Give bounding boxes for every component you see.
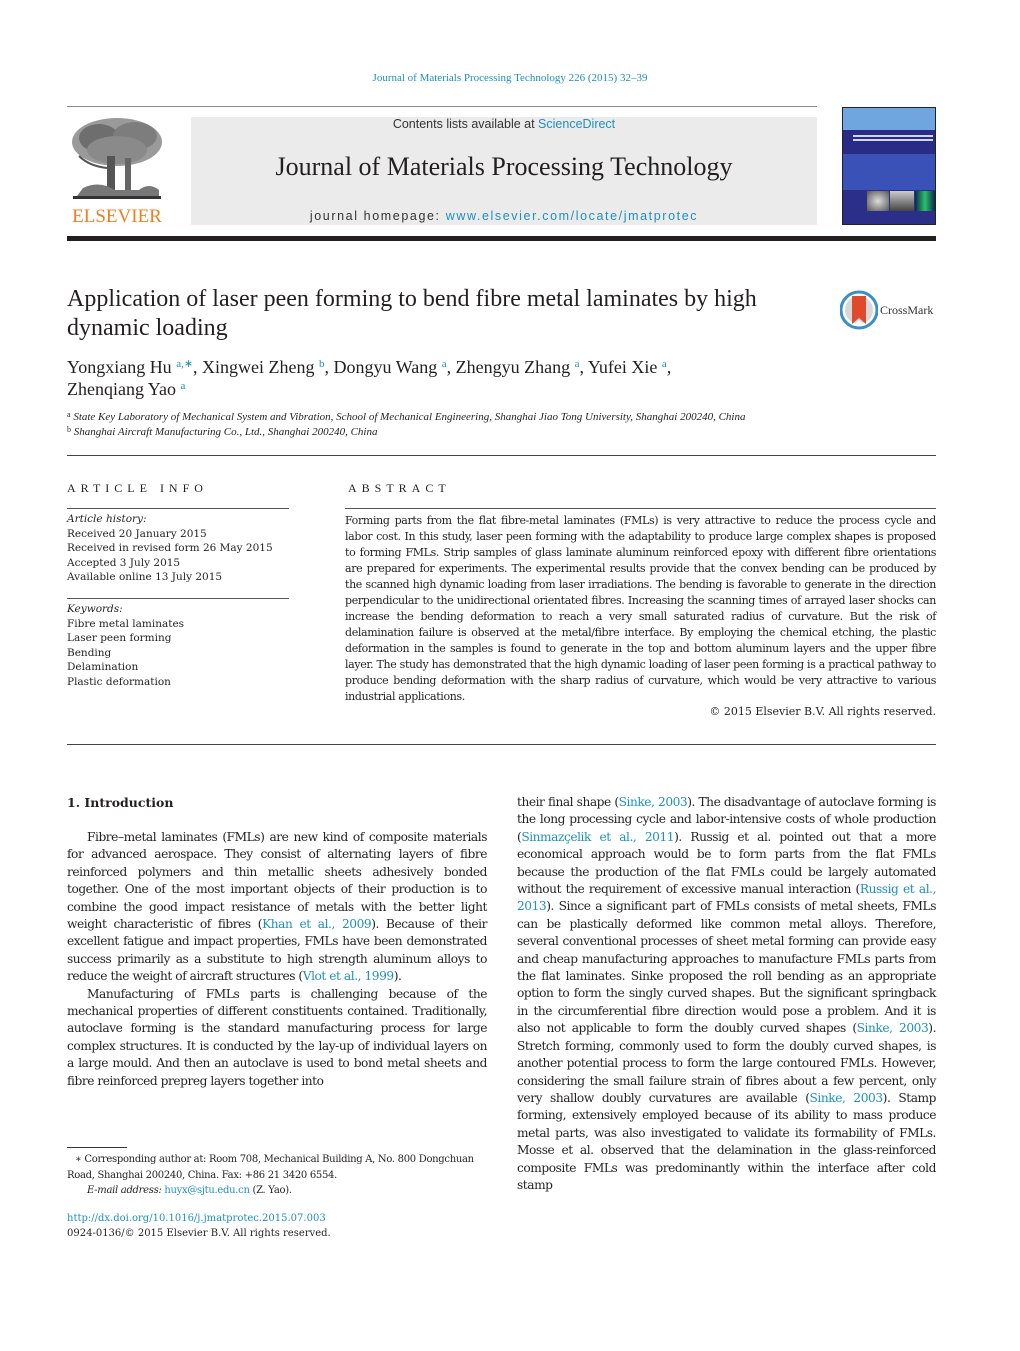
homepage-prefix: journal homepage: (309, 209, 446, 223)
issn-line: 0924-0136/© 2015 Elsevier B.V. All right… (67, 1227, 331, 1239)
author-list: Yongxiang Hu a,∗, Xingwei Zheng b, Dongy… (67, 356, 827, 400)
email-suffix: (Z. Yao). (249, 1185, 292, 1196)
affiliation-mark: b (67, 425, 71, 434)
abstract-heading: ABSTRACT (348, 481, 451, 495)
affiliation-item: a State Key Laboratory of Mechanical Sys… (67, 410, 947, 425)
keyword-item: Plastic deformation (67, 675, 171, 688)
keywords: Keywords: Fibre metal laminates Laser pee… (67, 602, 297, 689)
affiliations: a State Key Laboratory of Mechanical Sys… (67, 410, 947, 440)
cover-photo-2 (890, 191, 914, 211)
elsevier-tree-icon (69, 116, 165, 202)
section-heading-introduction: 1. Introduction (67, 795, 174, 810)
author-affiliation-mark[interactable]: a,∗ (176, 358, 193, 370)
history-item: Accepted 3 July 2015 (67, 556, 181, 569)
keyword-item: Laser peen forming (67, 632, 172, 644)
body-paragraph: their final shape (Sinke, 2003). The dis… (517, 795, 937, 1192)
author-name[interactable]: Zhenqiang Yao (67, 379, 176, 399)
article-history: Article history: Received 20 January 201… (67, 512, 297, 585)
citation-link[interactable]: Sinke, 2003 (619, 795, 688, 809)
article-history-label: Article history: (67, 513, 147, 525)
history-item: Available online 13 July 2015 (67, 571, 223, 583)
sciencedirect-link[interactable]: ScienceDirect (538, 117, 615, 131)
elsevier-logo[interactable]: ELSEVIER (67, 116, 167, 227)
contents-prefix: Contents lists available at (392, 117, 539, 131)
author-name[interactable]: Xingwei Zheng (202, 357, 314, 377)
article-info-heading: ARTICLE INFO (67, 481, 208, 495)
crossmark-label: CrossMark (880, 303, 934, 317)
homepage-line: journal homepage: www.elsevier.com/locat… (191, 209, 817, 223)
corresponding-author-note: ∗ Corresponding author at: Room 708, Mec… (67, 1152, 487, 1183)
article-title: Application of laser peen forming to ben… (67, 286, 757, 341)
body-column-right: their final shape (Sinke, 2003). The dis… (517, 794, 936, 1194)
keyword-item: Bending (67, 646, 112, 659)
citation-link[interactable]: Sinmazçelik et al., 2011 (521, 830, 674, 844)
cover-title-lines (853, 135, 933, 137)
divider (67, 455, 936, 456)
elsevier-wordmark: ELSEVIER (72, 206, 162, 227)
contents-line: Contents lists available at ScienceDirec… (191, 117, 817, 131)
article-history-list: Received 20 January 2015 Received in revi… (67, 527, 297, 585)
history-item: Received 20 January 2015 (67, 527, 207, 540)
corresponding-author-text: ∗ Corresponding author at: Room 708, Mec… (67, 1154, 474, 1181)
cover-header-band (843, 108, 935, 130)
cover-blue-band (843, 154, 935, 190)
affiliation-item: b Shanghai Aircraft Manufacturing Co., L… (67, 425, 947, 440)
divider (67, 744, 936, 745)
crossmark-icon (839, 290, 879, 330)
citation-link[interactable]: Sinke, 2003 (810, 1091, 884, 1105)
citation-link[interactable]: Russig et al., 2013 (517, 882, 936, 913)
author-name[interactable]: Yongxiang Hu (67, 357, 172, 377)
affiliation-text: State Key Laboratory of Mechanical Syste… (73, 411, 746, 423)
abstract-copyright: © 2015 Elsevier B.V. All rights reserved… (709, 705, 936, 718)
keyword-list: Fibre metal laminates Laser peen forming B… (67, 617, 297, 690)
doi-link[interactable]: http://dx.doi.org/10.1016/j.jmatprotec.2… (67, 1212, 487, 1227)
citation-link[interactable]: Sinke, 2003 (857, 1021, 929, 1035)
cover-title-band (843, 130, 935, 154)
author-name[interactable]: Zhengyu Zhang (456, 357, 570, 377)
divider (67, 106, 817, 107)
journal-masthead: Contents lists available at ScienceDirec… (191, 117, 817, 225)
footnote-divider (67, 1147, 127, 1148)
journal-homepage-link[interactable]: www.elsevier.com/locate/jmatprotec (446, 209, 698, 223)
body-paragraph: Fibre–metal laminates (FMLs) are new kin… (67, 830, 487, 984)
affiliation-text: Shanghai Aircraft Manufacturing Co., Ltd… (73, 426, 378, 438)
header-divider (67, 236, 936, 241)
crossmark-button[interactable]: CrossMark (839, 290, 940, 330)
keyword-item: Delamination (67, 661, 139, 673)
divider (345, 508, 936, 509)
divider (67, 508, 289, 509)
history-item: Received in revised form 26 May 2015 (67, 542, 273, 554)
author-separator: , (193, 357, 203, 377)
author-affiliation-mark[interactable]: a (181, 380, 186, 392)
journal-title: Journal of Materials Processing Technolo… (275, 152, 733, 181)
journal-cover-image[interactable] (842, 107, 936, 225)
keyword-item: Fibre metal laminates (67, 617, 185, 630)
author-name[interactable]: Dongyu Wang (334, 357, 438, 377)
author-separator: , (324, 357, 334, 377)
author-separator: , (579, 357, 588, 377)
author-separator: , (446, 357, 456, 377)
author-separator: , (666, 357, 672, 377)
body-column-left: Fibre–metal laminates (FMLs) are new kin… (67, 829, 487, 1090)
cover-photo-3 (915, 191, 935, 211)
affiliation-mark: a (67, 410, 71, 419)
author-name[interactable]: Yufei Xie (588, 357, 657, 377)
footnotes: ∗ Corresponding author at: Room 708, Mec… (67, 1152, 487, 1199)
keywords-label: Keywords: (67, 603, 123, 615)
email-label: E-mail address: (87, 1185, 165, 1196)
journal-reference-link[interactable]: Journal of Materials Processing Technolo… (0, 72, 1020, 84)
body-paragraph: Manufacturing of FMLs parts is challengi… (67, 986, 487, 1088)
email-note: E-mail address: huyx@sjtu.edu.cn (Z. Yao… (67, 1183, 487, 1199)
doi-block: http://dx.doi.org/10.1016/j.jmatprotec.2… (67, 1212, 487, 1241)
divider (67, 598, 289, 599)
citation-link[interactable]: Vlot et al., 1999 (303, 969, 394, 983)
email-link[interactable]: huyx@sjtu.edu.cn (164, 1185, 250, 1196)
cover-photo-1 (867, 191, 889, 211)
abstract-text: Forming parts from the flat fibre-metal … (345, 514, 936, 703)
citation-link[interactable]: Khan et al., 2009 (262, 917, 372, 931)
